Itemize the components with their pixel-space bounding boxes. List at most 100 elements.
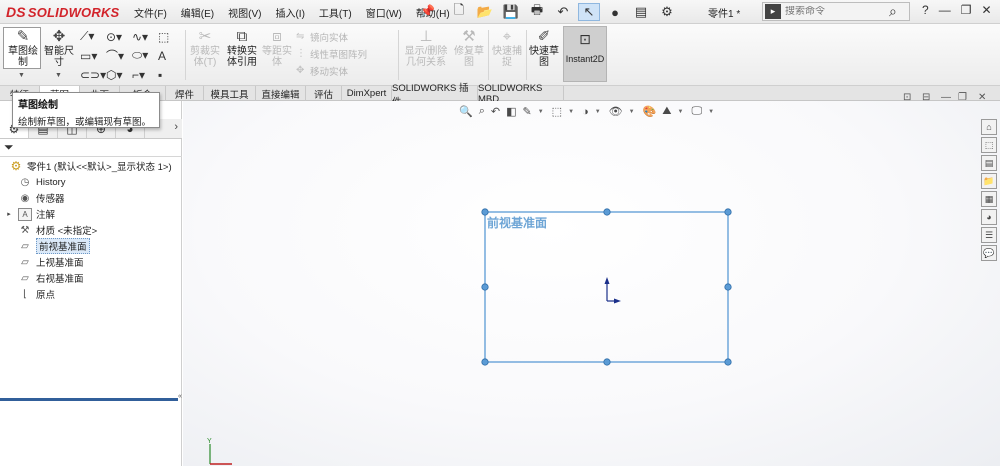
search-input[interactable] [785, 6, 885, 17]
graphics-area[interactable]: 🔍 ⌕ ↶ ◧ ✎ ▼ ⬚ ▼ ◑ ▼ 👁 ▼ 🎨 ⛰ ▼ 🖵 ▼ [183, 101, 1000, 466]
restore-button[interactable]: ❐ [961, 3, 972, 17]
tree-item-sensors[interactable]: ◉ 传感器 [0, 190, 182, 206]
section-view-icon[interactable]: ◧ [506, 105, 516, 118]
solidworks-logo[interactable]: DS SOLIDWORKS [6, 3, 119, 21]
file-explorer-icon[interactable]: 📁 [981, 173, 997, 189]
tab-weldments[interactable]: 焊件 [166, 86, 204, 101]
polygon-icon[interactable]: ⬡▾ [106, 65, 132, 84]
chevron-down-icon[interactable]: ▼ [538, 109, 544, 115]
menu-edit[interactable]: 编辑(E) [181, 5, 214, 20]
mirror-entities-item[interactable]: ⇋ 镜向实体 [296, 28, 367, 45]
spline-icon[interactable]: ∿▾ [132, 27, 158, 46]
select-cursor-icon[interactable]: ↖ [578, 3, 600, 21]
pin-icon[interactable]: 📌 [420, 4, 435, 18]
new-document-icon[interactable]: 🗋 [448, 2, 470, 21]
rectangle-icon[interactable]: ▭▾ [80, 46, 106, 65]
circle-icon[interactable]: ⊙▾ [106, 27, 132, 46]
menu-file[interactable]: 文件(F) [134, 5, 167, 20]
display-style-icon[interactable]: ◑ [582, 106, 589, 118]
slot-icon[interactable]: ⊂⊃▾ [80, 65, 106, 84]
quick-snaps-button[interactable]: ⌖ 快速捕 捉 [490, 26, 524, 84]
chevron-down-icon[interactable]: ▼ [708, 109, 714, 115]
fillet-icon[interactable]: ⌐▾ [132, 65, 158, 84]
tree-item-right-plane[interactable]: ▱ 右视基准面 [0, 270, 182, 286]
help-icon[interactable]: ? [922, 3, 929, 17]
chevron-down-icon[interactable]: ▼ [678, 109, 684, 115]
tab-evaluate[interactable]: 评估 [306, 86, 342, 101]
open-folder-icon[interactable]: 📂 [474, 3, 496, 21]
home-icon[interactable]: ⌂ [981, 119, 997, 135]
minimize-button[interactable]: — [939, 3, 951, 17]
design-library-icon[interactable]: ▤ [981, 155, 997, 171]
options-gear-icon[interactable]: ⚙ [656, 3, 678, 21]
view-orientation-icon[interactable]: ⬚ [552, 105, 562, 118]
point-icon[interactable]: ▪ [158, 65, 178, 84]
tree-item-front-plane[interactable]: ▱ 前视基准面 [0, 238, 182, 254]
menu-tools[interactable]: 工具(T) [319, 5, 352, 20]
collapse-view-icon[interactable]: ⊟ [922, 92, 930, 103]
restore-view-icon[interactable]: ❐ [958, 92, 967, 103]
previous-view-icon[interactable]: ↶ [491, 105, 500, 118]
expand-arrow-icon[interactable]: ▸ [0, 210, 18, 218]
tree-root-part[interactable]: ⚙ 零件1 (默认<<默认>_显示状态 1>) [0, 158, 182, 174]
command-search[interactable]: ▸ ⌕ [762, 2, 910, 21]
sketch-3d-icon[interactable]: ⬚ [158, 27, 178, 46]
apply-scene-icon[interactable]: ⛰ [662, 105, 671, 118]
resources-icon[interactable]: ⬚ [981, 137, 997, 153]
move-entities-item[interactable]: ✥ 移动实体 [296, 62, 367, 79]
tree-item-origin[interactable]: ⌊ 原点 [0, 286, 182, 302]
ellipse-icon[interactable]: ⬭▾ [132, 46, 158, 65]
chevron-down-icon[interactable]: ▼ [629, 109, 635, 115]
view-settings-icon[interactable]: 🖵 [691, 105, 702, 118]
tab-direct-editing[interactable]: 直接编辑 [256, 86, 306, 101]
search-icon[interactable]: ⌕ [889, 3, 897, 20]
view-palette-icon[interactable]: ▦ [981, 191, 997, 207]
chevron-down-icon[interactable]: ▼ [18, 72, 25, 79]
appearances-icon[interactable]: ◕ [981, 209, 997, 225]
undo-icon[interactable]: ↶ [552, 3, 574, 21]
custom-properties-icon[interactable]: ☰ [981, 227, 997, 243]
menu-insert[interactable]: 插入(I) [275, 5, 304, 20]
tab-dimxpert[interactable]: DimXpert [342, 86, 392, 101]
menu-view[interactable]: 视图(V) [228, 5, 261, 20]
chevron-right-icon[interactable]: › [174, 121, 178, 133]
menu-window[interactable]: 窗口(W) [366, 5, 402, 20]
edit-appearance-icon[interactable]: 🎨 [643, 105, 657, 118]
chevron-down-icon[interactable]: ▼ [595, 109, 601, 115]
rollback-bar[interactable] [0, 398, 178, 401]
forum-icon[interactable]: 💬 [981, 245, 997, 261]
tree-item-material[interactable]: ⚒ 材质 <未指定> [0, 222, 182, 238]
save-icon[interactable]: 💾 [500, 3, 522, 21]
convert-entities-button[interactable]: ⧉ 转换实 体引用 [224, 26, 260, 84]
chevron-down-icon[interactable]: ▼ [55, 72, 62, 79]
instant2d-button[interactable]: ⊡ Instant2D [563, 26, 607, 82]
display-relations-button[interactable]: ⊥ 显示/删除 几何关系 [402, 26, 450, 84]
tab-solidworks-addins[interactable]: SOLIDWORKS 插件 [392, 83, 478, 108]
search-scope-icon[interactable]: ▸ [765, 4, 781, 19]
chevron-down-icon[interactable]: ▼ [568, 109, 574, 115]
close-button[interactable]: ✕ [981, 3, 991, 17]
line-icon[interactable]: ⟋▾ [80, 27, 106, 46]
zoom-to-area-icon[interactable]: ⌕ [479, 105, 485, 118]
panel-collapse-handle-icon[interactable]: « [178, 393, 182, 400]
dynamic-annotation-icon[interactable]: ✎ [523, 105, 532, 118]
filter-icon[interactable]: ⏷ [4, 140, 14, 155]
close-view-icon[interactable]: ✕ [978, 92, 986, 103]
hide-show-items-icon[interactable]: 👁 [609, 105, 623, 118]
tree-item-top-plane[interactable]: ▱ 上视基准面 [0, 254, 182, 270]
minimize-view-icon[interactable]: — [941, 92, 951, 103]
repair-sketch-button[interactable]: ⚒ 修复草 图 [452, 26, 486, 84]
tab-solidworks-mbd[interactable]: SOLIDWORKS MBD [478, 83, 564, 105]
zoom-to-fit-icon[interactable]: 🔍 [459, 105, 473, 118]
text-icon[interactable]: A [158, 46, 178, 65]
trim-entities-button[interactable]: ✂ 剪裁实 体(T) [188, 26, 222, 84]
tab-mold-tools[interactable]: 模具工具 [204, 86, 256, 101]
print-icon[interactable]: 🖶 [526, 2, 548, 21]
linear-pattern-item[interactable]: ⋮ 线性草图阵列 [296, 45, 367, 62]
offset-entities-button[interactable]: ⧈ 等距实 体 [261, 26, 293, 84]
rapid-sketch-button[interactable]: ✐ 快速草 图 [528, 26, 560, 84]
file-properties-icon[interactable]: ▤ [630, 3, 652, 21]
arc-icon[interactable]: ⌒▾ [106, 46, 132, 65]
traffic-light-icon[interactable]: ● [604, 3, 626, 21]
expand-icon[interactable]: ⊡ [903, 92, 911, 103]
